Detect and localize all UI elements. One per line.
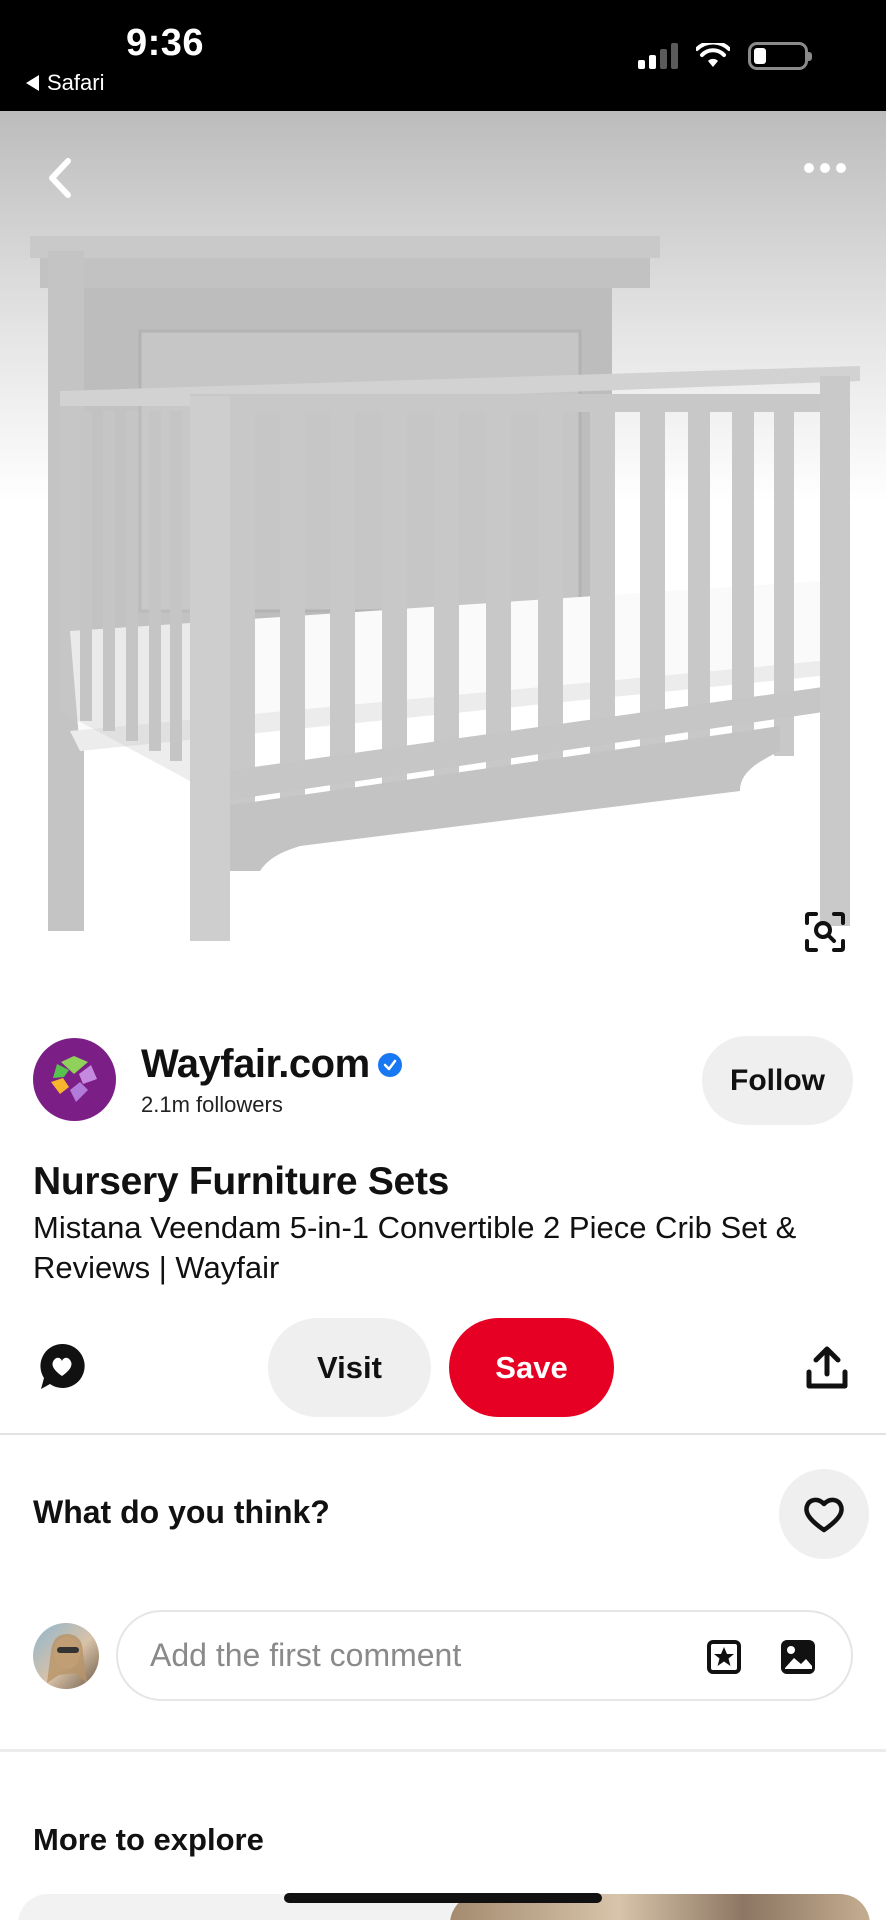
sticker-icon[interactable] xyxy=(705,1638,743,1676)
creator-row: Wayfair.com 2.1m followers Follow xyxy=(33,1036,853,1126)
verified-badge-icon xyxy=(377,1052,402,1077)
visual-search-icon[interactable] xyxy=(804,911,846,953)
action-bar: Visit Save xyxy=(0,1318,886,1418)
status-bar: 9:36 Safari xyxy=(0,0,886,111)
divider xyxy=(0,1749,886,1752)
more-options-icon[interactable] xyxy=(804,163,846,173)
pin-title: Nursery Furniture Sets xyxy=(33,1160,450,1203)
back-triangle-icon xyxy=(26,75,39,91)
crib-image xyxy=(30,236,860,941)
battery-icon xyxy=(748,42,812,70)
pin-image[interactable] xyxy=(0,111,886,981)
visit-button[interactable]: Visit xyxy=(268,1318,431,1417)
creator-avatar[interactable] xyxy=(33,1038,116,1121)
status-time: 9:36 xyxy=(126,22,205,64)
creator-name[interactable]: Wayfair.com xyxy=(141,1042,402,1087)
wayfair-logo-icon xyxy=(51,1056,97,1102)
comment-input[interactable]: Add the first comment xyxy=(116,1610,853,1701)
divider xyxy=(0,1433,886,1435)
back-chevron-icon[interactable] xyxy=(42,153,78,203)
react-button[interactable] xyxy=(779,1469,869,1559)
back-to-app-link[interactable]: Safari xyxy=(26,70,104,96)
heart-icon xyxy=(804,1497,844,1533)
share-icon[interactable] xyxy=(806,1346,848,1390)
creator-name-text: Wayfair.com xyxy=(141,1042,370,1086)
image-icon[interactable] xyxy=(779,1638,817,1676)
comment-placeholder: Add the first comment xyxy=(150,1637,462,1673)
status-indicators xyxy=(638,42,812,70)
pin-description: Mistana Veendam 5-in-1 Convertible 2 Pie… xyxy=(33,1210,797,1285)
cellular-signal-icon xyxy=(638,43,678,69)
comment-heart-icon[interactable] xyxy=(38,1342,86,1392)
more-to-explore-heading: More to explore xyxy=(33,1822,264,1857)
wifi-icon xyxy=(696,43,730,67)
user-avatar xyxy=(33,1623,99,1689)
feedback-prompt: What do you think? xyxy=(33,1494,330,1530)
follow-button[interactable]: Follow xyxy=(702,1036,853,1125)
home-indicator[interactable] xyxy=(284,1893,602,1903)
save-button[interactable]: Save xyxy=(449,1318,614,1417)
follower-count: 2.1m followers xyxy=(141,1092,283,1117)
back-app-label: Safari xyxy=(47,70,105,95)
